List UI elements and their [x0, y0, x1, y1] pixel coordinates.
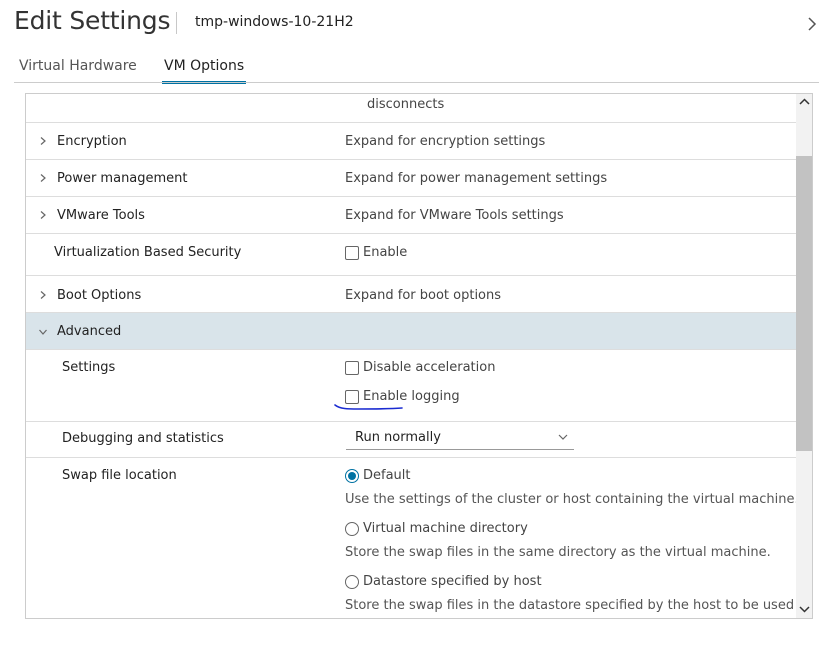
annotation-underline	[334, 404, 403, 410]
chevron-right-icon[interactable]	[38, 173, 48, 183]
row-debugging: Debugging and statistics Run normally	[26, 422, 796, 458]
vertical-scrollbar[interactable]	[796, 94, 813, 618]
encryption-value: Expand for encryption settings	[345, 134, 546, 149]
tab-virtual-hardware[interactable]: Virtual Hardware	[19, 58, 137, 84]
boot-options-value: Expand for boot options	[345, 288, 502, 303]
disable-acceleration-checkbox[interactable]	[345, 361, 359, 375]
dialog-header: Edit Settings tmp-windows-10-21H2	[0, 0, 819, 48]
row-vmware-tools[interactable]: VMware Tools Expand for VMware Tools set…	[26, 197, 796, 234]
chevron-right-icon[interactable]	[38, 136, 48, 146]
advanced-label: Advanced	[57, 324, 122, 339]
row-power-management[interactable]: Power management Expand for power manage…	[26, 160, 796, 197]
swap-datastore-label[interactable]: Datastore specified by host	[363, 574, 542, 589]
vm-name: tmp-windows-10-21H2	[195, 14, 354, 30]
swap-vm-directory-radio[interactable]	[345, 522, 359, 536]
power-management-label: Power management	[57, 171, 188, 186]
chevron-right-icon[interactable]	[38, 290, 48, 300]
scroll-up-icon[interactable]	[796, 94, 813, 111]
settings-panel: disconnects Encryption Expand for encryp…	[25, 93, 813, 619]
vmware-tools-label: VMware Tools	[57, 208, 145, 223]
scroll-down-icon[interactable]	[796, 601, 813, 618]
row-advanced-settings: Settings Disable acceleration Enable log…	[26, 350, 796, 422]
chevron-right-icon[interactable]	[38, 210, 48, 220]
settings-label: Settings	[62, 360, 116, 375]
row-boot-options[interactable]: Boot Options Expand for boot options	[26, 276, 796, 313]
row-swap-file-location: Swap file location Default Use the setti…	[26, 458, 799, 618]
chevron-down-icon[interactable]	[38, 327, 48, 337]
chevron-right-icon[interactable]	[805, 14, 819, 34]
swap-datastore-radio[interactable]	[345, 575, 359, 589]
debugging-select-value: Run normally	[355, 430, 441, 445]
page-title: Edit Settings	[14, 6, 171, 35]
tab-vm-options[interactable]: VM Options	[162, 58, 247, 84]
swap-vm-directory-label[interactable]: Virtual machine directory	[363, 521, 528, 536]
swap-default-radio[interactable]	[345, 469, 359, 483]
swap-datastore-desc: Store the swap files in the datastore sp…	[345, 598, 795, 613]
title-divider	[176, 12, 177, 34]
vmware-tools-value: Expand for VMware Tools settings	[345, 208, 564, 223]
swap-default-label[interactable]: Default	[363, 468, 411, 483]
list-item: disconnects	[26, 94, 796, 123]
swap-vm-directory-desc: Store the swap files in the same directo…	[345, 545, 771, 560]
scrollbar-thumb[interactable]	[796, 156, 812, 451]
power-management-value: Expand for power management settings	[345, 171, 608, 186]
vbs-label: Virtualization Based Security	[54, 245, 242, 260]
encryption-label: Encryption	[57, 134, 127, 149]
debugging-label: Debugging and statistics	[62, 431, 224, 446]
boot-options-label: Boot Options	[57, 288, 142, 303]
row-vbs: Virtualization Based Security Enable	[26, 234, 796, 276]
tab-bar: Virtual Hardware VM Options	[0, 56, 819, 84]
row-encryption[interactable]: Encryption Expand for encryption setting…	[26, 123, 796, 160]
row-advanced[interactable]: Advanced	[26, 313, 796, 350]
swap-file-location-label: Swap file location	[62, 468, 177, 483]
disconnects-text: disconnects	[367, 97, 445, 112]
swap-default-desc: Use the settings of the cluster or host …	[345, 492, 799, 507]
vbs-enable-label[interactable]: Enable	[363, 245, 407, 260]
debugging-select[interactable]: Run normally	[346, 428, 574, 450]
vbs-enable-checkbox[interactable]	[345, 246, 359, 260]
chevron-down-icon	[558, 434, 568, 440]
disable-acceleration-label[interactable]: Disable acceleration	[363, 360, 495, 375]
tabs-divider	[14, 82, 819, 83]
